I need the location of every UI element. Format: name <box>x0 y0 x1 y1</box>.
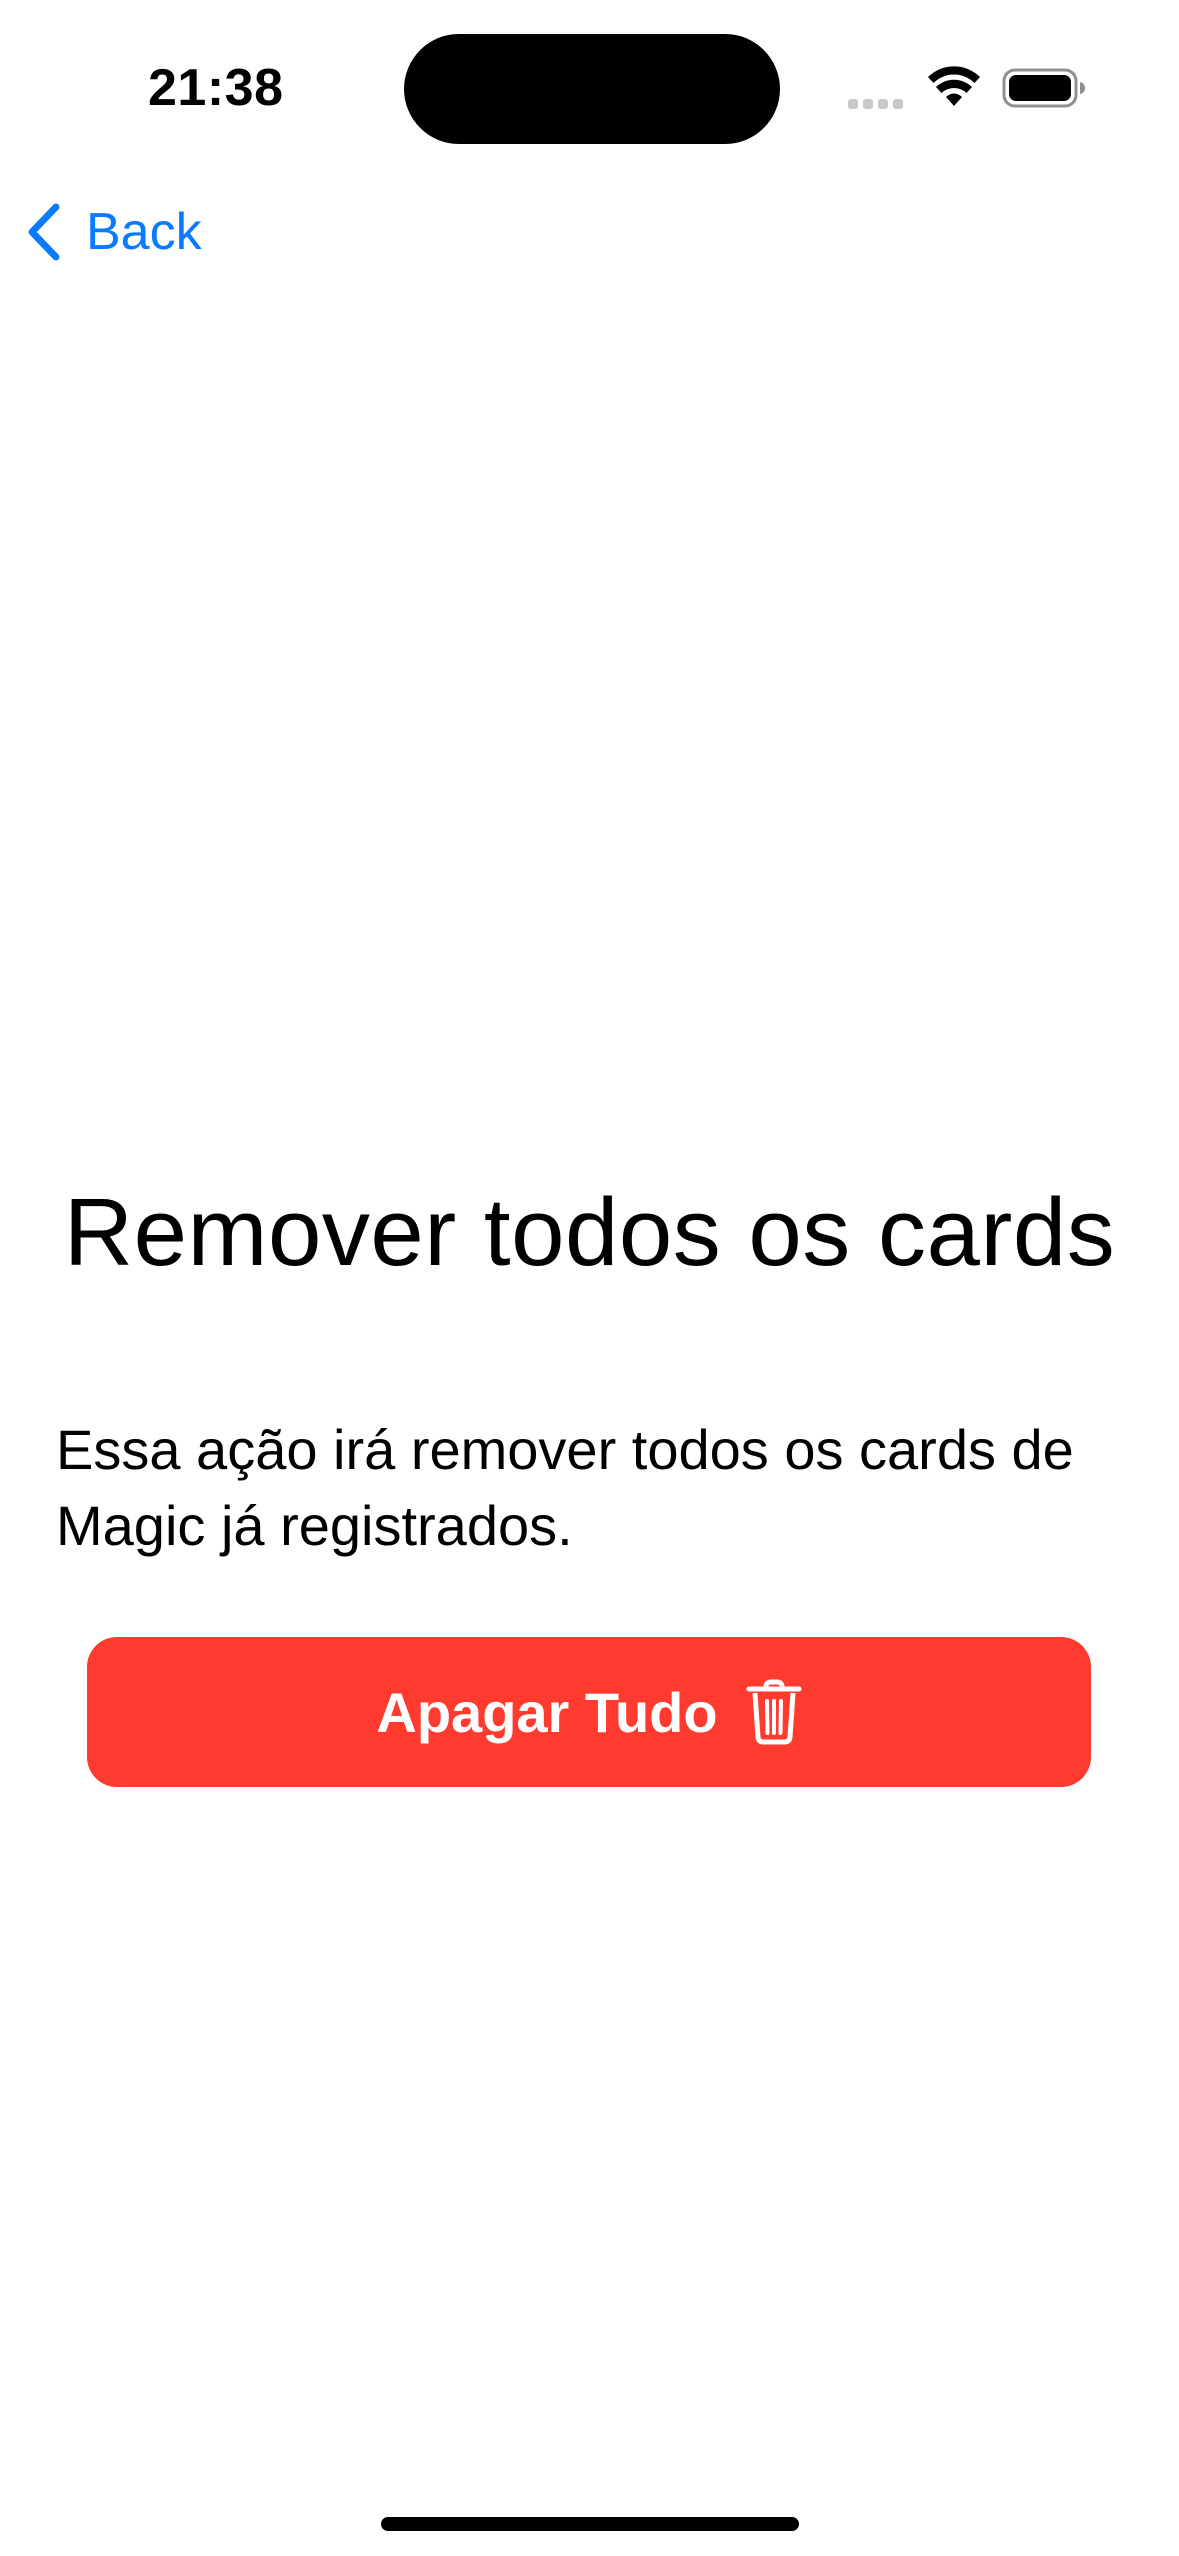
chevron-left-icon <box>28 203 60 261</box>
status-time: 21:38 <box>148 59 284 117</box>
page-title: Remover todos os cards <box>63 1179 1116 1286</box>
description-text: Essa ação irá remover todos os cards de … <box>56 1418 1074 1557</box>
trash-icon <box>746 1679 802 1745</box>
wifi-icon <box>928 66 980 106</box>
delete-all-label: Apagar Tudo <box>376 1680 718 1744</box>
home-indicator[interactable] <box>381 2517 799 2531</box>
delete-all-button[interactable]: Apagar Tudo <box>87 1637 1091 1787</box>
battery-icon <box>1002 68 1085 108</box>
back-button[interactable]: Back <box>24 192 202 272</box>
dynamic-island <box>404 34 780 144</box>
cell-signal-icon <box>848 96 908 109</box>
status-bar: 21:38 <box>0 0 1179 170</box>
back-label: Back <box>86 203 202 261</box>
